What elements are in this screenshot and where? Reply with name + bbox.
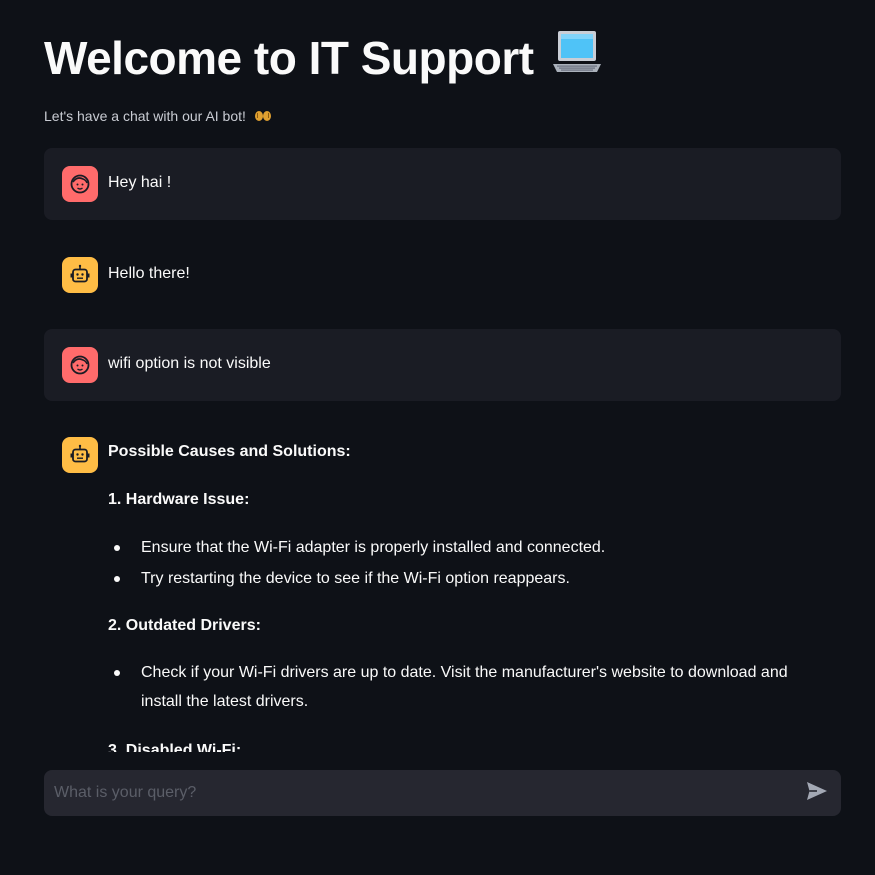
chat-input-bar — [44, 770, 841, 816]
subtitle-text: Let's have a chat with our AI bot! — [44, 108, 246, 124]
laptop-icon — [550, 28, 604, 87]
page-subtitle: Let's have a chat with our AI bot! — [44, 108, 272, 125]
bullet-icon — [114, 576, 120, 582]
user-face-icon — [62, 347, 98, 383]
chat-message-assistant: Possible Causes and Solutions: 1. Hardwa… — [44, 419, 841, 752]
send-icon — [806, 781, 828, 806]
send-button[interactable] — [805, 781, 829, 805]
message-text: Hello there! — [108, 265, 190, 282]
chat-message-assistant: Hello there! — [44, 238, 841, 310]
message-text: Hey hai ! — [108, 174, 172, 191]
bullet-icon — [114, 545, 120, 551]
page-title: Welcome to IT Support — [44, 28, 604, 87]
main-content: Welcome to IT Support Let's have a chat … — [44, 0, 841, 752]
list-item-text: Try restarting the device to see if the … — [141, 570, 570, 587]
bullet-icon — [114, 670, 120, 676]
section-heading: 1. Hardware Issue: — [108, 491, 250, 508]
chat-message-user: Hey hai ! — [44, 148, 841, 220]
chat-message-user: wifi option is not visible — [44, 329, 841, 401]
robot-icon — [62, 257, 98, 293]
section-heading: 3. Disabled Wi-Fi: — [108, 742, 242, 752]
message-text: wifi option is not visible — [108, 355, 271, 372]
response-title: Possible Causes and Solutions: — [108, 443, 351, 460]
list-item-text: Check if your Wi-Fi drivers are up to da… — [141, 664, 788, 710]
raised-hands-icon — [254, 108, 272, 125]
user-face-icon — [62, 166, 98, 202]
app-root: Welcome to IT Support Let's have a chat … — [0, 0, 875, 875]
list-item-text: Ensure that the Wi-Fi adapter is properl… — [141, 539, 606, 556]
chat-input[interactable] — [44, 770, 784, 816]
section-heading: 2. Outdated Drivers: — [108, 617, 261, 634]
page-title-text: Welcome to IT Support — [44, 31, 534, 84]
robot-icon — [62, 437, 98, 473]
